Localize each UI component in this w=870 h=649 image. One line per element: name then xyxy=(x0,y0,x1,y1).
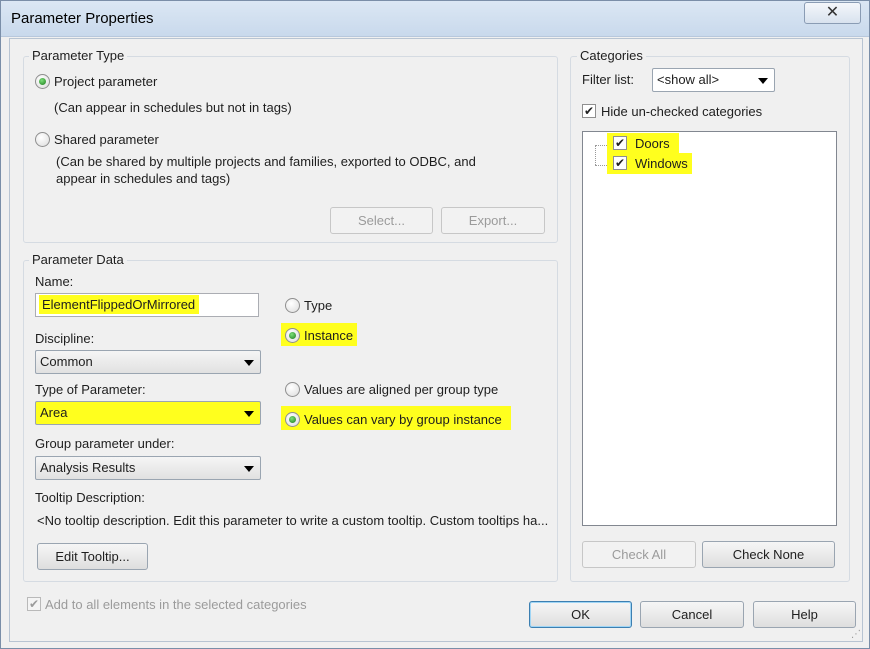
vary-by-instance-radio[interactable] xyxy=(285,412,300,427)
hide-unchecked-label[interactable]: Hide un-checked categories xyxy=(601,104,762,119)
group-parameter-dropdown[interactable]: Analysis Results xyxy=(35,456,261,480)
resize-grip-icon[interactable]: ⋰ xyxy=(851,629,861,640)
categories-tree[interactable] xyxy=(582,131,837,526)
chevron-down-icon xyxy=(244,360,254,366)
tree-connector xyxy=(595,165,607,166)
aligned-per-group-label[interactable]: Values are aligned per group type xyxy=(304,382,498,397)
title-bar: Parameter Properties ✕ xyxy=(1,1,869,37)
check-all-button[interactable]: Check All xyxy=(582,541,696,568)
check-none-button[interactable]: Check None xyxy=(702,541,835,568)
discipline-value: Common xyxy=(40,354,93,369)
name-input-value: ElementFlippedOrMirrored xyxy=(39,295,200,314)
tree-item-windows[interactable]: Windows xyxy=(635,156,688,171)
group-parameter-value: Analysis Results xyxy=(40,460,136,475)
project-parameter-label[interactable]: Project parameter xyxy=(54,74,157,89)
tree-connector xyxy=(595,145,607,146)
discipline-dropdown[interactable]: Common xyxy=(35,350,261,374)
project-parameter-description: (Can appear in schedules but not in tags… xyxy=(54,100,292,115)
shared-parameter-radio[interactable] xyxy=(35,132,50,147)
tree-connector xyxy=(595,145,596,165)
tooltip-description-label: Tooltip Description: xyxy=(35,490,145,505)
categories-legend: Categories xyxy=(577,48,646,63)
doors-checkbox[interactable]: ✔ xyxy=(613,136,627,150)
ok-button[interactable]: OK xyxy=(529,601,632,628)
type-radio[interactable] xyxy=(285,298,300,313)
vary-by-instance-label[interactable]: Values can vary by group instance xyxy=(304,412,502,427)
parameter-data-legend: Parameter Data xyxy=(29,252,127,267)
group-parameter-label: Group parameter under: xyxy=(35,436,175,451)
filter-list-dropdown[interactable]: <show all> xyxy=(652,68,775,92)
parameter-type-legend: Parameter Type xyxy=(29,48,128,63)
select-button[interactable]: Select... xyxy=(330,207,433,234)
filter-list-value: <show all> xyxy=(657,72,720,87)
parameter-properties-dialog: Parameter Properties ✕ Parameter Type Pr… xyxy=(0,0,870,649)
edit-tooltip-button[interactable]: Edit Tooltip... xyxy=(37,543,148,570)
dialog-title: Parameter Properties xyxy=(11,10,154,27)
tree-item-doors[interactable]: Doors xyxy=(635,136,670,151)
type-of-parameter-dropdown[interactable]: Area xyxy=(35,401,261,425)
help-button[interactable]: Help xyxy=(753,601,856,628)
add-to-all-label: Add to all elements in the selected cate… xyxy=(45,597,307,612)
chevron-down-icon xyxy=(758,78,768,84)
discipline-label: Discipline: xyxy=(35,331,95,346)
filter-list-label: Filter list: xyxy=(582,72,634,87)
chevron-down-icon xyxy=(244,466,254,472)
cancel-button[interactable]: Cancel xyxy=(640,601,744,628)
export-button[interactable]: Export... xyxy=(441,207,545,234)
chevron-down-icon xyxy=(244,411,254,417)
instance-radio-label[interactable]: Instance xyxy=(304,328,353,343)
type-radio-label[interactable]: Type xyxy=(304,298,332,313)
close-button[interactable]: ✕ xyxy=(804,2,861,24)
project-parameter-radio[interactable] xyxy=(35,74,50,89)
tooltip-description-text: <No tooltip description. Edit this param… xyxy=(37,513,549,528)
type-of-parameter-value: Area xyxy=(40,405,68,420)
shared-parameter-label[interactable]: Shared parameter xyxy=(54,132,159,147)
windows-checkbox[interactable]: ✔ xyxy=(613,156,627,170)
close-icon: ✕ xyxy=(825,4,840,21)
type-of-parameter-label: Type of Parameter: xyxy=(35,382,146,397)
shared-parameter-description-line1: (Can be shared by multiple projects and … xyxy=(56,154,476,169)
aligned-per-group-radio[interactable] xyxy=(285,382,300,397)
name-input[interactable]: ElementFlippedOrMirrored xyxy=(35,293,259,317)
hide-unchecked-checkbox[interactable]: ✔ xyxy=(582,104,596,118)
instance-radio[interactable] xyxy=(285,328,300,343)
shared-parameter-description-line2: appear in schedules and tags) xyxy=(56,171,231,186)
add-to-all-checkbox[interactable]: ✔ xyxy=(27,597,41,611)
name-label: Name: xyxy=(35,274,74,289)
